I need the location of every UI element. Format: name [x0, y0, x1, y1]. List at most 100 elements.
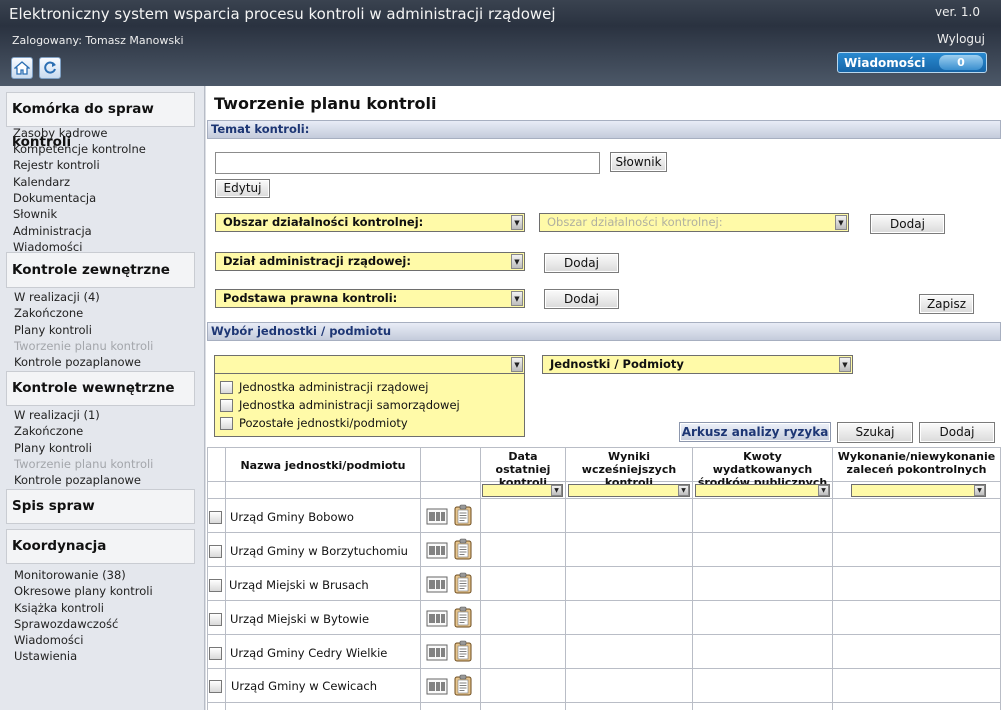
sidebar-section-zewnetrzne[interactable]: Kontrole zewnętrzne: [6, 252, 195, 288]
refresh-icon: [44, 61, 56, 74]
checkbox[interactable]: [220, 398, 233, 412]
temat-input[interactable]: [215, 152, 600, 174]
clipboard-icon[interactable]: [452, 504, 474, 526]
sidebar-item-kompetencje[interactable]: Kompetencje kontrolne: [13, 142, 146, 156]
checkbox[interactable]: [220, 416, 233, 430]
obszar-select-2[interactable]: Obszar działalności kontrolnej: ▼: [539, 213, 849, 232]
sidebar-item-zew-tworzenie[interactable]: Tworzenie planu kontroli: [14, 339, 153, 353]
messages-label: Wiadomości: [844, 55, 926, 70]
section-temat: Temat kontroli:: [207, 120, 1001, 139]
dodaj-dzial-button[interactable]: Dodaj: [544, 253, 619, 273]
sidebar-item-zew-zakonczone[interactable]: Zakończone: [14, 306, 83, 320]
row-checkbox[interactable]: [209, 511, 222, 524]
unit-type-select[interactable]: ▼: [214, 355, 525, 374]
checkbox[interactable]: [220, 380, 233, 394]
sidebar-item-wew-plany[interactable]: Plany kontroli: [14, 441, 92, 455]
podstawa-select[interactable]: Podstawa prawna kontroli: ▼: [215, 289, 525, 308]
unit-type-list: Jednostka administracji rządowej Jednost…: [214, 373, 525, 437]
filter-data[interactable]: ▼: [482, 484, 563, 497]
chevron-down-icon: ▼: [835, 215, 847, 230]
sidebar-item-ustawienia[interactable]: Ustawienia: [14, 649, 77, 663]
section-wybor: Wybór jednostki / podmiotu: [207, 322, 1001, 341]
arkusz-button[interactable]: Arkusz analizy ryzyka: [679, 422, 831, 442]
sidebar-item-wew-realizacja[interactable]: W realizacji (1): [14, 408, 100, 422]
table-row-name: Urząd Miejski w Brusach: [229, 578, 369, 592]
main-content: Tworzenie planu kontroli Temat kontroli:…: [206, 86, 1001, 710]
chevron-down-icon: ▼: [974, 485, 985, 496]
sidebar-item-zew-pozaplanowe[interactable]: Kontrole pozaplanowe: [14, 355, 141, 369]
sidebar-item-ksiazka[interactable]: Książka kontroli: [14, 601, 104, 615]
filter-wyniki[interactable]: ▼: [568, 484, 690, 497]
sidebar-item-dokumentacja[interactable]: Dokumentacja: [13, 191, 96, 205]
messages-count: 0: [939, 55, 983, 70]
filter-kwoty[interactable]: ▼: [695, 484, 830, 497]
chevron-down-icon: ▼: [818, 485, 829, 496]
table-row-name: Urząd Gminy w Cewicach: [231, 679, 377, 693]
sidebar-section-koordynacja[interactable]: Koordynacja: [6, 529, 195, 564]
dodaj-obszar-button[interactable]: Dodaj: [870, 214, 945, 234]
clipboard-icon[interactable]: [452, 606, 474, 628]
refresh-button[interactable]: [39, 57, 61, 79]
sidebar-item-administracja[interactable]: Administracja: [13, 224, 92, 238]
table-row-name: Urząd Gminy Bobowo: [230, 510, 354, 524]
col-header-name: Nazwa jednostki/podmiotu: [240, 459, 406, 472]
sidebar-item-sprawozdawczosc[interactable]: Sprawozdawczość: [14, 617, 118, 631]
dodaj-podstawa-button[interactable]: Dodaj: [544, 289, 619, 309]
app-version: ver. 1.0: [934, 5, 980, 19]
units-select[interactable]: Jednostki / Podmioty ▼: [542, 355, 853, 374]
row-checkbox[interactable]: [209, 680, 222, 693]
logout-link[interactable]: Wyloguj: [937, 32, 985, 46]
clipboard-icon[interactable]: [452, 674, 474, 696]
barcode-icon[interactable]: [426, 539, 448, 561]
sidebar-item-wew-zakonczone[interactable]: Zakończone: [14, 424, 83, 438]
edytuj-button[interactable]: Edytuj: [215, 179, 270, 198]
sidebar-section-wewnetrzne[interactable]: Kontrole wewnętrzne: [6, 371, 195, 406]
chevron-down-icon: ▼: [511, 254, 523, 269]
barcode-icon[interactable]: [426, 675, 448, 697]
dzial-select[interactable]: Dział administracji rządowej: ▼: [215, 252, 525, 271]
clipboard-icon[interactable]: [452, 538, 474, 560]
sidebar-item-monitorowanie[interactable]: Monitorowanie (38): [14, 568, 126, 582]
szukaj-button[interactable]: Szukaj: [837, 422, 913, 443]
filter-wykonanie[interactable]: ▼: [851, 484, 986, 497]
sidebar-item-slownik[interactable]: Słownik: [13, 207, 57, 221]
app-title: Elektroniczny system wsparcia procesu ko…: [9, 5, 556, 23]
sidebar-item-wew-tworzenie[interactable]: Tworzenie planu kontroli: [14, 457, 153, 471]
sidebar-item-koord-wiadomosci[interactable]: Wiadomości: [14, 633, 83, 647]
row-checkbox[interactable]: [209, 613, 222, 626]
messages-button[interactable]: Wiadomości 0: [837, 52, 987, 73]
row-checkbox[interactable]: [209, 579, 222, 592]
sidebar-section-komorka[interactable]: Komórka do spraw kontroli: [6, 92, 195, 150]
unit-type-option[interactable]: Pozostałe jednostki/podmioty: [220, 416, 408, 430]
zapisz-button[interactable]: Zapisz: [919, 294, 974, 314]
sidebar: Komórka do spraw kontroli Zasoby kadrowe…: [0, 86, 205, 710]
sidebar-section-spis[interactable]: Spis spraw: [6, 489, 195, 524]
unit-type-option[interactable]: Jednostka administracji rządowej: [220, 380, 428, 394]
table-row-name: Urząd Gminy w Borzytuchomiu: [230, 544, 408, 558]
sidebar-item-kalendarz[interactable]: Kalendarz: [13, 175, 70, 189]
col-header-wykonanie: Wykonanie/niewykonanie zaleceń pokontroln…: [837, 450, 996, 476]
barcode-icon[interactable]: [426, 573, 448, 595]
clipboard-icon[interactable]: [452, 640, 474, 662]
home-button[interactable]: [11, 57, 33, 79]
dodaj-unit-button[interactable]: Dodaj: [919, 422, 995, 443]
row-checkbox[interactable]: [209, 545, 222, 558]
barcode-icon[interactable]: [426, 641, 448, 663]
barcode-icon[interactable]: [426, 607, 448, 629]
row-checkbox[interactable]: [209, 647, 222, 660]
unit-type-option[interactable]: Jednostka administracji samorządowej: [220, 398, 460, 412]
obszar-select[interactable]: Obszar działalności kontrolnej: ▼: [215, 213, 525, 232]
app-header: Elektroniczny system wsparcia procesu ko…: [0, 0, 1001, 86]
sidebar-item-zasoby[interactable]: Zasoby kadrowe: [13, 126, 108, 140]
sidebar-item-zew-realizacja[interactable]: W realizacji (4): [14, 290, 100, 304]
page-title: Tworzenie planu kontroli: [214, 94, 437, 113]
sidebar-item-zew-plany[interactable]: Plany kontroli: [14, 323, 92, 337]
chevron-down-icon: ▼: [839, 357, 851, 372]
sidebar-item-okresowe[interactable]: Okresowe plany kontroli: [14, 584, 153, 598]
sidebar-item-rejestr[interactable]: Rejestr kontroli: [13, 158, 100, 172]
clipboard-icon[interactable]: [452, 572, 474, 594]
table-row-name: Urząd Gminy Cedry Wielkie: [230, 646, 388, 660]
slownik-button[interactable]: Słownik: [610, 152, 667, 172]
barcode-icon[interactable]: [426, 505, 448, 527]
sidebar-item-wew-pozaplanowe[interactable]: Kontrole pozaplanowe: [14, 473, 141, 487]
